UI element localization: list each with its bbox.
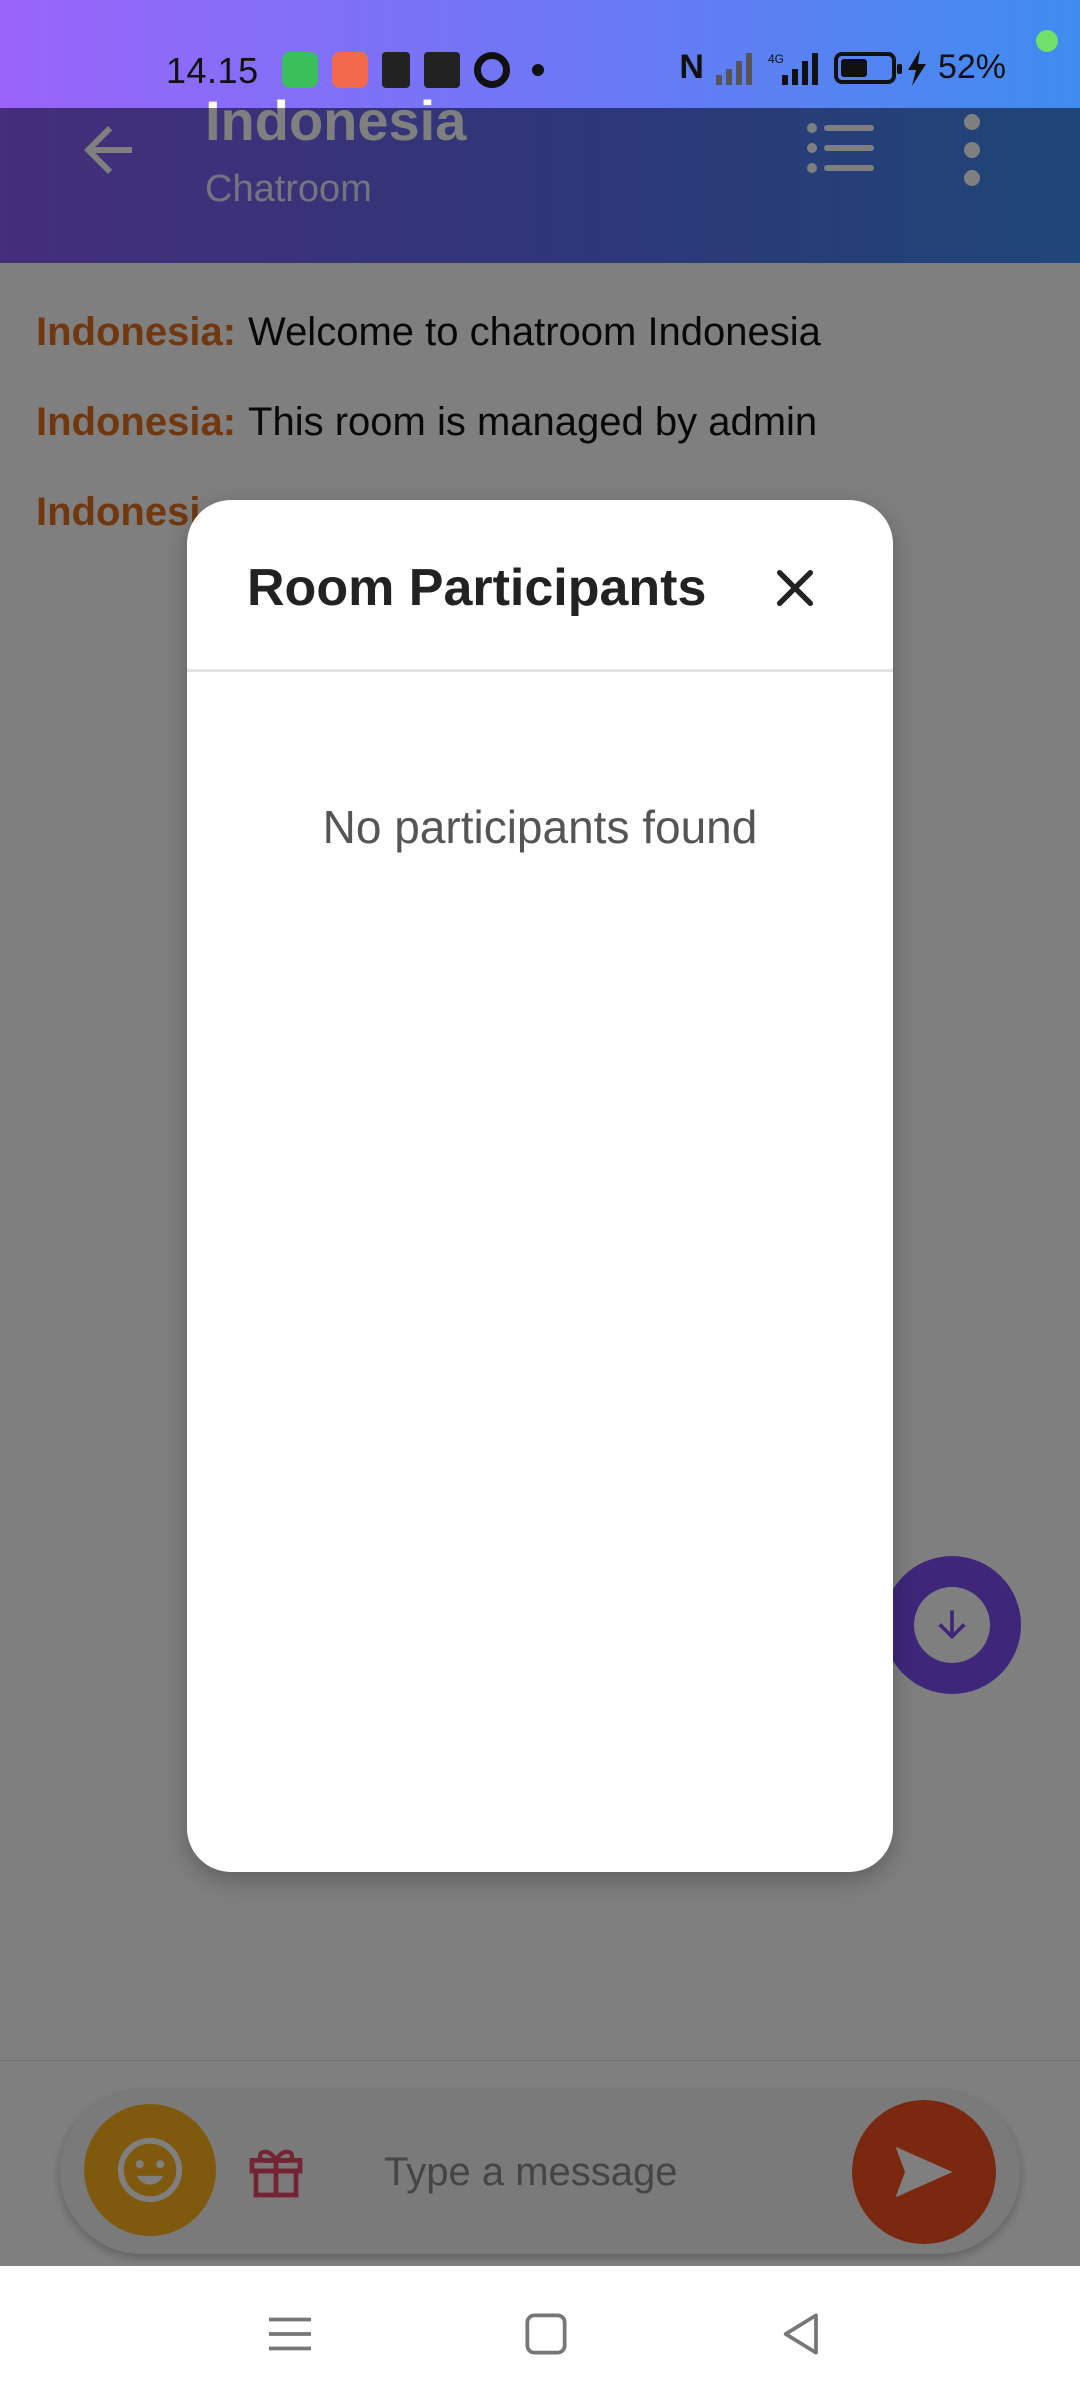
circle-app-icon	[474, 52, 510, 88]
music-app-icon	[382, 52, 410, 88]
dialog-header: Room Participants	[187, 500, 893, 672]
svg-text:4G: 4G	[768, 52, 784, 66]
privacy-indicator-dot	[1036, 30, 1058, 52]
menu-nav-icon[interactable]	[262, 2306, 318, 2362]
system-navigation-bar	[0, 2266, 1080, 2400]
nfc-icon: N	[679, 48, 704, 86]
battery-percent: 52%	[937, 48, 1006, 86]
back-nav-icon[interactable]	[774, 2306, 830, 2362]
game-app-icon	[332, 52, 368, 88]
signal-4g-icon: 4G	[768, 52, 818, 85]
tv-app-icon	[424, 52, 460, 88]
notification-icons	[282, 52, 544, 88]
room-participants-dialog: Room Participants No participants found	[187, 500, 893, 1872]
home-nav-icon[interactable]	[518, 2306, 574, 2362]
battery-icon	[833, 51, 902, 84]
shopping-app-icon	[282, 52, 318, 88]
empty-state-message: No participants found	[322, 801, 758, 853]
status-time: 14.15	[166, 50, 259, 91]
charging-icon	[907, 49, 926, 86]
status-right-cluster: N 4G 52%	[679, 48, 1006, 87]
signal-icon	[715, 52, 752, 85]
dot-icon	[532, 64, 544, 76]
close-icon	[776, 569, 814, 607]
close-button[interactable]	[767, 560, 823, 616]
status-bar: 14.15 N 4G 52%	[0, 0, 1080, 108]
dialog-title: Room Participants	[247, 559, 707, 617]
